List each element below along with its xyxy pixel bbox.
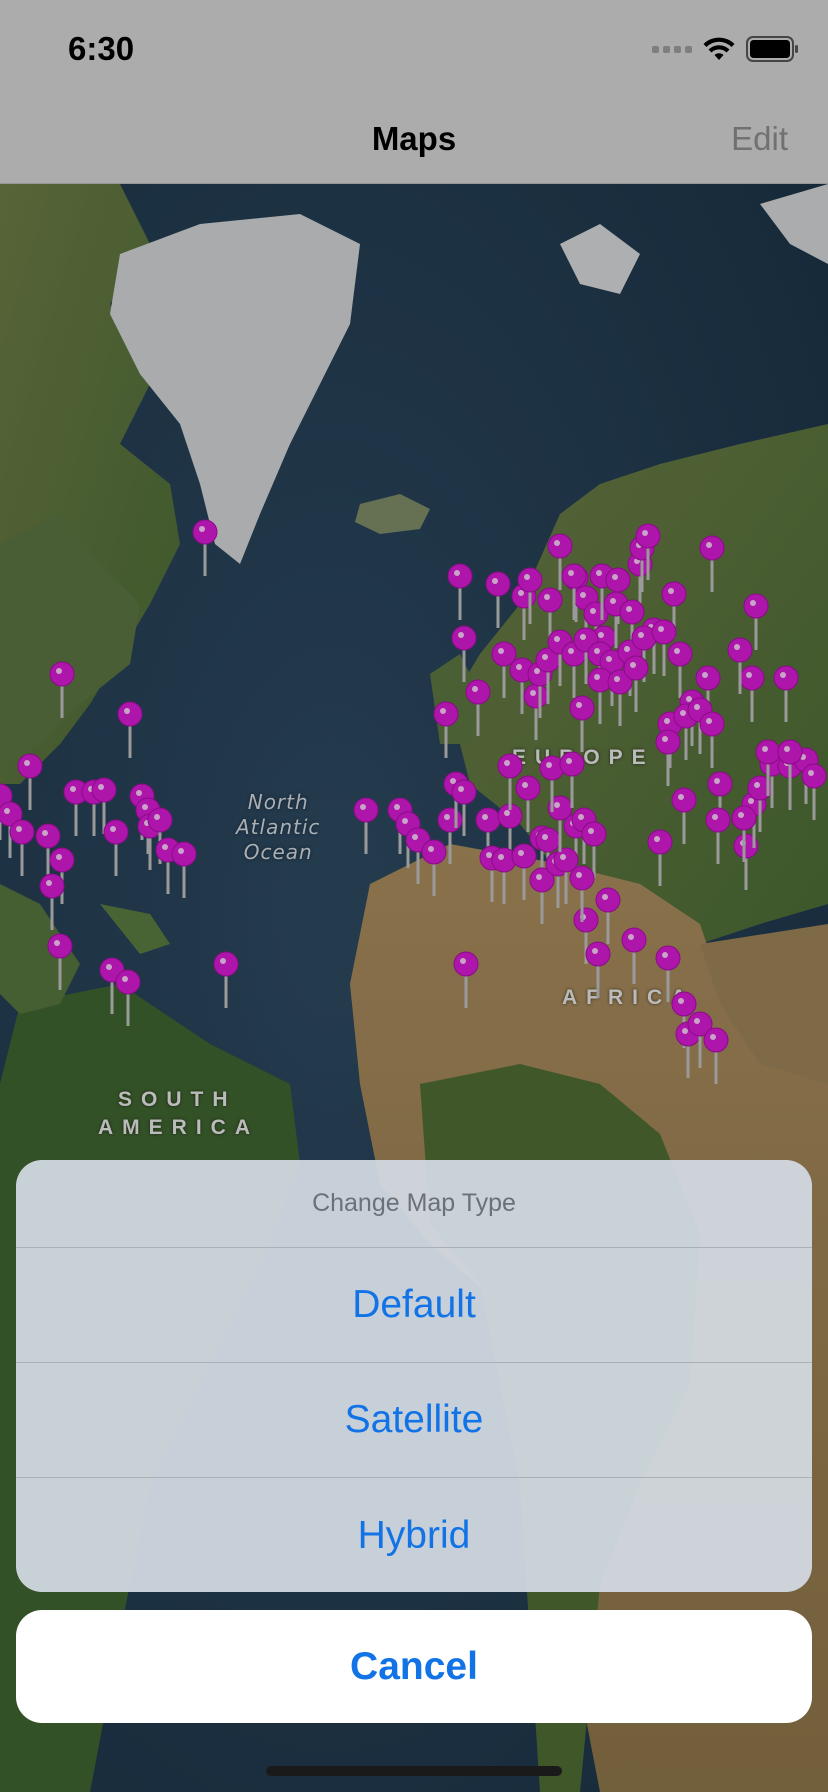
status-time: 6:30 xyxy=(68,30,135,67)
map-pin[interactable] xyxy=(192,519,218,576)
map-pin[interactable] xyxy=(511,583,537,640)
map-pin[interactable] xyxy=(739,665,765,722)
map-pin[interactable] xyxy=(433,701,459,758)
map-pin[interactable] xyxy=(39,873,65,930)
status-indicators xyxy=(652,34,800,64)
map-pin[interactable] xyxy=(9,819,35,876)
map-pin[interactable] xyxy=(353,797,379,854)
map-pin[interactable] xyxy=(595,887,621,944)
action-sheet: Change Map Type Default Satellite Hybrid xyxy=(16,1160,812,1592)
map-pin[interactable] xyxy=(465,679,491,736)
home-indicator xyxy=(266,1766,562,1776)
map-pin[interactable] xyxy=(585,941,611,998)
map-pin[interactable] xyxy=(773,665,799,722)
page-title: Maps xyxy=(371,120,457,157)
map-pin[interactable] xyxy=(667,641,693,698)
map-pin[interactable] xyxy=(703,1027,729,1084)
map-pin[interactable] xyxy=(529,867,555,924)
navigation-bar: Maps Edit xyxy=(0,96,828,184)
map-pin[interactable] xyxy=(647,829,673,886)
cellular-signal-icon xyxy=(652,45,692,53)
map-pin[interactable] xyxy=(47,933,73,990)
map-pin[interactable] xyxy=(421,839,447,896)
cancel-button[interactable]: Cancel xyxy=(16,1610,812,1723)
edit-button[interactable]: Edit xyxy=(731,120,788,158)
status-bar: 6:30 xyxy=(0,0,828,96)
map-pin[interactable] xyxy=(213,951,239,1008)
map-pin[interactable] xyxy=(171,841,197,898)
map-pin[interactable] xyxy=(453,951,479,1008)
map-pin[interactable] xyxy=(447,563,473,620)
map-pin[interactable] xyxy=(699,535,725,592)
map-pin[interactable] xyxy=(699,711,725,768)
map-pin[interactable] xyxy=(621,927,647,984)
map-pin[interactable] xyxy=(655,945,681,1002)
map-pin[interactable] xyxy=(49,661,75,718)
map-type-default-button[interactable]: Default xyxy=(16,1248,812,1363)
wifi-icon xyxy=(702,36,736,62)
map-pin[interactable] xyxy=(115,969,141,1026)
map-pin[interactable] xyxy=(705,807,731,864)
map-pin[interactable] xyxy=(655,729,681,786)
action-sheet-title: Change Map Type xyxy=(16,1160,812,1248)
map-type-satellite-button[interactable]: Satellite xyxy=(16,1363,812,1478)
map-type-hybrid-button[interactable]: Hybrid xyxy=(16,1478,812,1592)
map-pin[interactable] xyxy=(103,819,129,876)
map-pin[interactable] xyxy=(117,701,143,758)
map-pin[interactable] xyxy=(451,625,477,682)
map-pin[interactable] xyxy=(569,695,595,752)
map-pin[interactable] xyxy=(17,753,43,810)
map-pin[interactable] xyxy=(671,787,697,844)
map-pin[interactable] xyxy=(485,571,511,628)
map-pin[interactable] xyxy=(523,683,549,740)
battery-icon xyxy=(746,36,800,62)
